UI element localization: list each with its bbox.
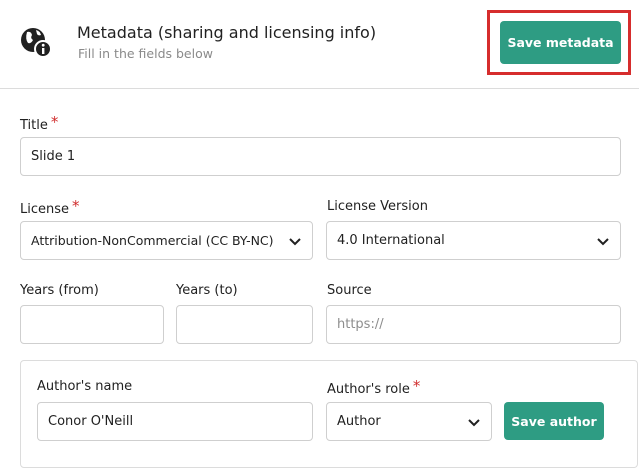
required-mark: *	[50, 113, 59, 131]
years-to-label: Years (to)	[176, 283, 238, 298]
title-input[interactable]: Slide 1	[20, 137, 621, 176]
license-select[interactable]: Attribution-NonCommercial (CC BY-NC)	[20, 221, 313, 260]
required-mark: *	[72, 197, 80, 215]
chevron-down-icon	[468, 418, 480, 426]
chevron-down-icon	[597, 237, 609, 245]
title-label: Title *	[20, 113, 59, 133]
globe-info-icon	[21, 28, 52, 58]
license-label: License *	[20, 197, 80, 217]
save-author-button[interactable]: Save author	[504, 402, 604, 440]
author-role-label: Author's role *	[327, 377, 421, 397]
source-placeholder: https://	[337, 317, 384, 332]
page-title: Metadata (sharing and licensing info)	[77, 23, 377, 42]
author-name-input[interactable]: Conor O'Neill	[37, 402, 313, 441]
years-to-input[interactable]	[176, 305, 313, 344]
chevron-down-icon	[289, 237, 301, 245]
author-name-label: Author's name	[37, 379, 133, 394]
save-metadata-button[interactable]: Save metadata	[500, 21, 621, 64]
page-subtitle: Fill in the fields below	[78, 46, 213, 61]
years-from-input[interactable]	[20, 305, 164, 344]
required-mark: *	[412, 377, 421, 395]
author-role-select[interactable]: Author	[326, 402, 492, 441]
source-label: Source	[327, 283, 372, 298]
license-version-select[interactable]: 4.0 International	[326, 221, 621, 260]
years-from-label: Years (from)	[20, 283, 99, 298]
license-version-label: License Version	[327, 199, 428, 214]
source-input[interactable]: https://	[326, 305, 621, 344]
